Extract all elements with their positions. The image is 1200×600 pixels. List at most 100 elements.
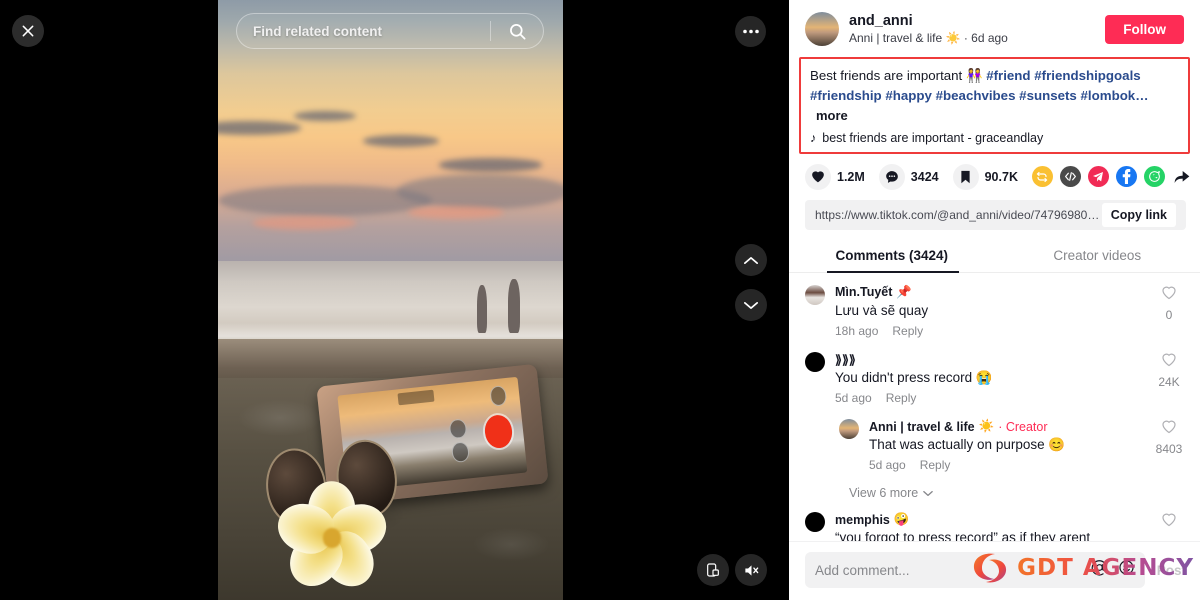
comment-count: 3424 bbox=[910, 169, 939, 184]
comment-like[interactable]: 0 bbox=[1152, 285, 1186, 338]
comment-compose-bar: Add comment... Post bbox=[789, 541, 1200, 600]
video-url[interactable]: https://www.tiktok.com/@and_anni/video/7… bbox=[815, 208, 1102, 222]
tab-comments[interactable]: Comments (3424) bbox=[789, 241, 995, 272]
avatar[interactable] bbox=[805, 12, 839, 47]
comment-username: ⟫⟫⟫ bbox=[835, 352, 856, 367]
related-content-search[interactable]: Find related content bbox=[236, 13, 544, 49]
pin-emoji-icon: 📌 bbox=[896, 284, 912, 299]
creator-badge: · Creator bbox=[998, 419, 1048, 434]
telegram-icon[interactable] bbox=[1087, 166, 1109, 188]
share-arrow-icon[interactable] bbox=[1172, 166, 1193, 187]
tab-creator-videos[interactable]: Creator videos bbox=[995, 241, 1200, 272]
comment-author[interactable]: memphis 🤪 bbox=[835, 512, 1152, 527]
search-input-placeholder[interactable]: Find related content bbox=[237, 24, 490, 39]
video-stage: Find related content bbox=[0, 0, 789, 600]
like-count: 1.2M bbox=[837, 169, 865, 184]
hashtag-friend[interactable]: #friend bbox=[986, 68, 1030, 83]
heart-icon[interactable] bbox=[805, 163, 831, 190]
compose-icons bbox=[1091, 559, 1135, 581]
comment-time: 5d ago bbox=[835, 391, 872, 406]
frangipani-flower bbox=[271, 481, 393, 597]
person-figure-left bbox=[476, 285, 488, 333]
next-video-button[interactable] bbox=[735, 289, 767, 321]
comment-text: Lưu và sẽ quay bbox=[835, 302, 929, 318]
comment-body: ⟫⟫⟫ You didn't press record 😭 5d ago Rep… bbox=[835, 352, 1152, 405]
comment-time: 18h ago bbox=[835, 323, 879, 338]
comment-reply-button[interactable]: Reply bbox=[892, 324, 923, 338]
comment-reply-button[interactable]: Reply bbox=[886, 391, 917, 405]
comment-item: ⟫⟫⟫ You didn't press record 😭 5d ago Rep… bbox=[805, 351, 1186, 405]
hashtag-lombok[interactable]: #lombok… bbox=[1081, 88, 1149, 103]
bookmark-stat[interactable]: 90.7K bbox=[952, 163, 1018, 190]
share-icons-row bbox=[1031, 166, 1193, 188]
copy-link-button[interactable]: Copy link bbox=[1101, 202, 1176, 227]
view-more-label: View 6 more bbox=[849, 486, 919, 501]
hashtag-happy[interactable]: #happy bbox=[885, 88, 932, 103]
separator: · bbox=[963, 31, 968, 46]
view-more-replies-button[interactable]: View 6 more bbox=[849, 486, 1186, 500]
search-icon[interactable] bbox=[491, 22, 543, 41]
video-player[interactable]: Find related content bbox=[218, 0, 563, 600]
avatar[interactable] bbox=[839, 419, 859, 440]
repost-icon[interactable] bbox=[1031, 166, 1053, 188]
comment-author[interactable]: Anni | travel & life ☀️ · Creator bbox=[869, 419, 1152, 434]
author-row: and_anni Anni | travel & life ☀️ · 6d ag… bbox=[789, 0, 1200, 53]
embed-code-icon[interactable] bbox=[1059, 166, 1081, 188]
hashtag-beachvibes[interactable]: #beachvibes bbox=[936, 88, 1016, 103]
comment-body: Anni | travel & life ☀️ · Creator That w… bbox=[869, 419, 1152, 472]
comment-stat[interactable]: 3424 bbox=[878, 163, 939, 190]
hashtag-sunsets[interactable]: #sunsets bbox=[1019, 88, 1077, 103]
avatar[interactable] bbox=[805, 351, 825, 372]
comment-author[interactable]: ⟫⟫⟫ bbox=[835, 352, 1152, 367]
comment-like[interactable]: 24K bbox=[1152, 352, 1186, 405]
comment-item: Mìn.Tuyết 📌 Lưu và sẽ quay 18h ago Reply… bbox=[805, 284, 1186, 338]
comment-like[interactable]: 8403 bbox=[1152, 419, 1186, 472]
post-time: 6d ago bbox=[971, 31, 1008, 46]
avatar[interactable] bbox=[805, 512, 825, 533]
comment-author[interactable]: Mìn.Tuyết 📌 bbox=[835, 285, 1152, 300]
comment-reply-button[interactable]: Reply bbox=[920, 458, 951, 472]
comment-text: You didn't press record 😭 bbox=[835, 369, 993, 385]
comment-like-count: 0 bbox=[1165, 307, 1173, 322]
hashtag-friendship[interactable]: #friendship bbox=[810, 88, 882, 103]
post-comment-button[interactable]: Post bbox=[1157, 563, 1186, 578]
facebook-icon[interactable] bbox=[1115, 166, 1137, 188]
bookmark-icon[interactable] bbox=[952, 163, 979, 190]
person-figure-right bbox=[507, 279, 520, 333]
close-icon[interactable] bbox=[12, 15, 44, 47]
details-panel: and_anni Anni | travel & life ☀️ · 6d ag… bbox=[789, 0, 1200, 600]
more-options-icon[interactable] bbox=[735, 16, 766, 47]
previous-video-button[interactable] bbox=[735, 244, 767, 276]
caption-highlight-box: Best friends are important 👭 #friend #fr… bbox=[799, 56, 1190, 154]
author-username[interactable]: and_anni bbox=[849, 12, 1105, 30]
comment-item-reply: Anni | travel & life ☀️ · Creator That w… bbox=[839, 419, 1186, 472]
tiktok-video-page: Find related content and_anni Anni | tra… bbox=[0, 0, 1200, 600]
friends-emoji-icon: 👭 bbox=[965, 67, 983, 83]
comment-input-placeholder[interactable]: Add comment... bbox=[815, 563, 1091, 578]
face-emoji-icon: 🤪 bbox=[893, 512, 910, 527]
comment-input[interactable]: Add comment... bbox=[805, 552, 1145, 588]
comment-meta: 18h ago Reply bbox=[835, 324, 1152, 338]
comment-meta: 5d ago Reply bbox=[835, 391, 1152, 405]
music-row[interactable]: ♪ best friends are important - graceandl… bbox=[810, 131, 1180, 145]
fit-screen-icon[interactable] bbox=[697, 554, 729, 586]
emoji-icon[interactable] bbox=[1118, 559, 1135, 581]
bookmark-count: 90.7K bbox=[984, 169, 1018, 184]
at-mention-icon[interactable] bbox=[1091, 559, 1108, 581]
record-button-icon bbox=[482, 414, 514, 450]
like-stat[interactable]: 1.2M bbox=[805, 163, 865, 190]
whatsapp-icon[interactable] bbox=[1143, 166, 1165, 188]
volume-muted-icon[interactable] bbox=[735, 554, 767, 586]
avatar[interactable] bbox=[805, 284, 825, 305]
video-link-row: https://www.tiktok.com/@and_anni/video/7… bbox=[805, 199, 1186, 230]
sun-emoji-icon: ☀️ bbox=[945, 31, 961, 46]
caption-text: Best friends are important 👭 #friend #fr… bbox=[810, 66, 1180, 126]
comment-username: Anni | travel & life bbox=[869, 419, 975, 434]
follow-button[interactable]: Follow bbox=[1105, 14, 1184, 44]
comment-like-count: 8403 bbox=[1155, 442, 1183, 457]
sun-emoji-icon: ☀️ bbox=[978, 419, 995, 434]
music-title[interactable]: best friends are important - graceandlay bbox=[822, 131, 1043, 145]
hashtag-friendshipgoals[interactable]: #friendshipgoals bbox=[1034, 68, 1140, 83]
caption-more-link[interactable]: more bbox=[816, 108, 848, 123]
comment-bubble-icon[interactable] bbox=[878, 163, 905, 190]
